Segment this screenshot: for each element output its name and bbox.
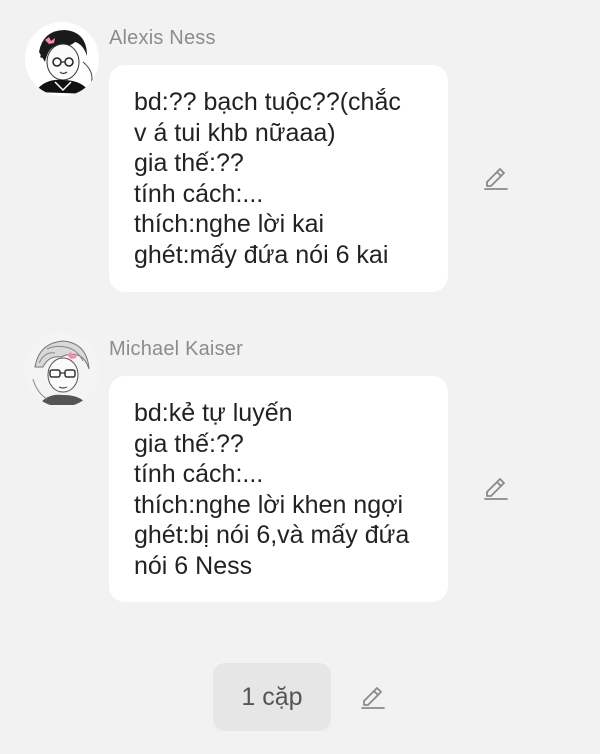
message-line: tính cách:... [134,179,264,208]
anime-boy-avatar-icon [25,22,99,96]
message-line: gia thế:?? [134,149,244,177]
message-bubble: bd:?? bạch tuộc??(chắc v á tui khb nữaaa… [109,65,448,292]
message-line: thích:nghe lời kai [134,210,325,238]
pencil-edit-icon [484,478,508,500]
anime-boy-glasses-avatar-icon [25,333,99,407]
message-line: bd:kẻ tự luyến [134,399,293,427]
message-line: gia thế:?? [134,429,244,458]
message-line: thích:nghe lời khen ngợi [134,490,404,519]
sender-name: Michael Kaiser [109,338,243,360]
pair-count-button[interactable]: 1 cặp [213,663,331,731]
message-bubble: bd:kẻ tự luyến gia thế:?? tính cách:... … [109,376,448,602]
avatar[interactable] [25,22,99,96]
message-line: bd:?? bạch tuộc??(chắc [134,88,401,116]
edit-pair-button[interactable] [358,683,388,713]
message-line: ghét:bị nói 6,và mấy đứa [134,521,410,549]
pencil-edit-icon [484,168,508,190]
message-line: tính cách:... [134,460,264,488]
sender-name: Alexis Ness [109,27,216,49]
edit-message-button[interactable] [481,164,511,194]
message-line: v á tui khb nữaaa) [134,118,336,147]
message-line: nói 6 Ness [134,551,253,580]
edit-message-button[interactable] [481,474,511,504]
pencil-edit-icon [361,687,385,709]
message-line: ghét:mấy đứa nói 6 kai [134,240,389,269]
avatar[interactable] [25,333,99,407]
